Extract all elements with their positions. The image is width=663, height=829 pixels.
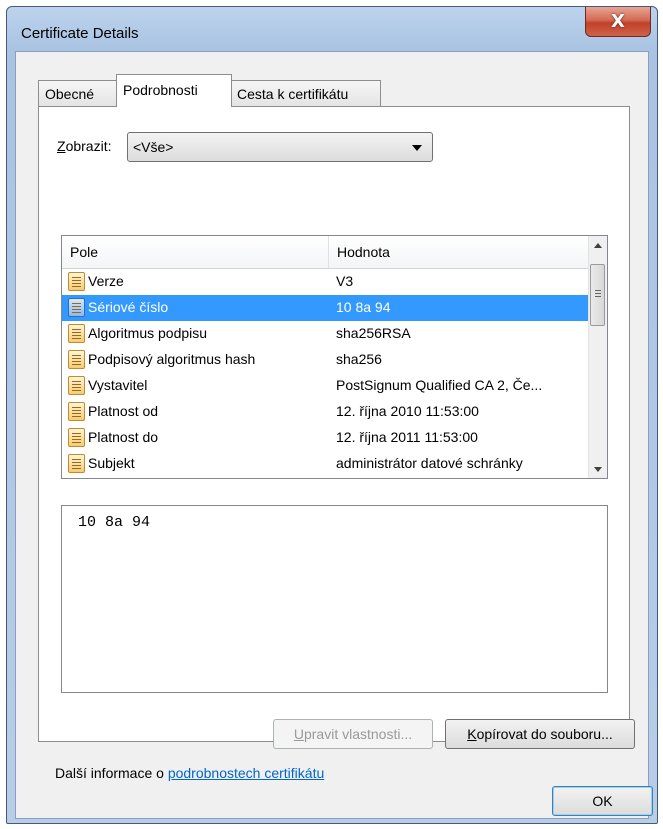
list-row[interactable]: Subjekt administrátor datové schránky — [62, 451, 590, 477]
certificate-details-window: Certificate Details X Obecné Podrobnosti… — [6, 6, 658, 824]
more-info-text: Další informace o podrobnostech certifik… — [55, 765, 325, 781]
tab-certification-path[interactable]: Cesta k certifikátu — [230, 80, 381, 106]
certificate-field-icon — [68, 350, 85, 369]
ok-button[interactable]: OK — [552, 786, 653, 816]
list-header: Pole Hodnota — [62, 236, 590, 269]
list-row[interactable]: Verze V3 — [62, 269, 590, 295]
certificate-field-icon — [68, 324, 85, 343]
show-label: Zobrazit: — [57, 138, 112, 154]
tab-general[interactable]: Obecné — [38, 80, 118, 106]
column-header-field[interactable]: Pole — [62, 236, 328, 268]
tab-details[interactable]: Podrobnosti — [116, 74, 232, 107]
list-vertical-scrollbar[interactable] — [588, 236, 607, 478]
close-button[interactable]: X — [585, 7, 651, 37]
column-header-value[interactable]: Hodnota — [328, 236, 590, 268]
list-row[interactable]: Algoritmus podpisu sha256RSA — [62, 321, 590, 347]
scroll-thumb[interactable] — [590, 264, 605, 326]
scroll-up-icon[interactable] — [589, 236, 607, 254]
edit-properties-button[interactable]: Upravit vlastnosti... — [273, 719, 433, 749]
field-value-text: 10 8a 94 — [78, 514, 151, 531]
certificate-field-icon — [68, 298, 85, 317]
copy-to-file-button[interactable]: Kopírovat do souboru... — [445, 719, 635, 749]
list-row[interactable]: Platnost od 12. října 2010 11:53:00 — [62, 399, 590, 425]
certificate-field-icon — [68, 428, 85, 447]
certificate-field-icon — [68, 272, 85, 291]
fields-list[interactable]: Pole Hodnota Verze V3 Sériové číslo 10 8a … — [61, 235, 608, 479]
window-title: Certificate Details — [21, 25, 139, 42]
field-value-textbox[interactable]: 10 8a 94 — [61, 505, 608, 693]
close-icon: X — [611, 11, 625, 32]
scroll-down-icon[interactable] — [589, 460, 607, 478]
list-row[interactable]: Podpisový algoritmus hash sha256 — [62, 347, 590, 373]
certificate-field-icon — [68, 454, 85, 473]
show-dropdown[interactable]: <Vše> — [127, 132, 433, 162]
details-panel: Zobrazit: <Vše> Pole Hodnota Verze V3 Sér… — [38, 106, 635, 781]
certificate-field-icon — [68, 402, 85, 421]
chevron-down-icon — [412, 145, 422, 151]
list-row[interactable]: Platnost do 12. října 2011 11:53:00 — [62, 425, 590, 451]
certificate-details-link[interactable]: podrobnostech certifikátu — [168, 765, 324, 781]
title-bar: Certificate Details X — [7, 7, 657, 51]
show-dropdown-value: <Vše> — [133, 139, 174, 155]
certificate-field-icon — [68, 376, 85, 395]
list-row-selected[interactable]: Sériové číslo 10 8a 94 — [62, 295, 590, 321]
dialog-client-area: Obecné Podrobnosti Cesta k certifikátu Z… — [15, 51, 653, 819]
list-row[interactable]: Vystavitel PostSignum Qualified CA 2, Če.… — [62, 373, 590, 399]
